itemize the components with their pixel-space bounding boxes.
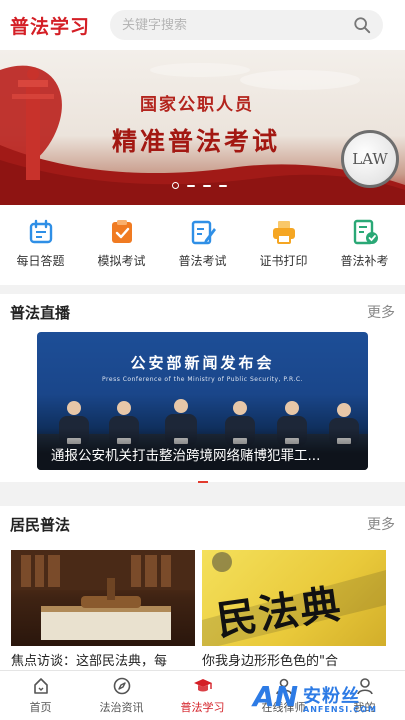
quick-menu: 每日答题 模拟考试 普法考试 证书打印 普法补考 (0, 205, 405, 285)
carousel-dot[interactable] (219, 184, 227, 187)
section-title: 普法直播 (10, 303, 71, 322)
more-link[interactable]: 更多 (367, 514, 395, 534)
section-title: 居民普法 (10, 515, 71, 534)
tab-label: 法治资讯 (99, 701, 144, 714)
quick-item-mock-exam[interactable]: 模拟考试 (86, 218, 158, 269)
tab-label: 普法学习 (180, 701, 225, 714)
section-header: 居民普法 更多 (0, 506, 405, 542)
quick-item-certificate-print[interactable]: 证书打印 (248, 218, 320, 269)
home-icon (33, 678, 48, 694)
tab-home[interactable]: 首页 (1, 676, 81, 715)
tab-law-study[interactable]: 普法学习 (163, 676, 243, 715)
live-carousel-indicator (198, 481, 208, 483)
article-card-caption[interactable]: 你我身边形形色色的"合 (202, 650, 386, 669)
carousel-dot[interactable] (187, 184, 195, 187)
search-icon[interactable] (353, 16, 371, 34)
article-card-thumbnail[interactable] (11, 550, 195, 646)
law-magnifier-badge: LAW (341, 130, 399, 188)
tab-label: 首页 (29, 701, 52, 714)
app-screen: 普法学习 国家公职人员 精准普法考试 LAW (0, 0, 405, 720)
quick-item-daily-quiz[interactable]: 每日答题 (5, 218, 77, 269)
promo-banner[interactable]: 国家公职人员 精准普法考试 LAW (0, 50, 405, 205)
compass-icon (113, 677, 130, 695)
tab-law-news[interactable]: 法治资讯 (82, 676, 162, 715)
calendar-icon (29, 219, 52, 244)
quick-item-retest[interactable]: 普法补考 (329, 218, 401, 269)
live-card-subheading: Press Conference of the Ministry of Publ… (102, 376, 303, 383)
printer-icon (272, 221, 295, 244)
quick-item-label: 证书打印 (259, 254, 308, 268)
watermark-brand-en: ANFENSI.COM (303, 705, 377, 714)
search-bar[interactable] (110, 10, 383, 40)
checklist-icon (111, 220, 132, 243)
graduation-cap-icon (193, 679, 212, 692)
quick-item-label: 模拟考试 (97, 254, 146, 268)
more-link[interactable]: 更多 (367, 302, 395, 322)
quick-item-label: 普法补考 (340, 254, 389, 268)
quick-item-label: 普法考试 (178, 254, 227, 268)
banner-headline-large: 精准普法考试 (112, 127, 281, 156)
app-title: 普法学习 (10, 15, 91, 38)
live-video-card[interactable]: 公安部新闻发布会 Press Conference of the Ministr… (37, 332, 368, 470)
quick-item-law-exam[interactable]: 普法考试 (167, 218, 239, 269)
carousel-dot-active[interactable] (172, 182, 179, 189)
edit-doc-icon (191, 220, 216, 245)
top-header: 普法学习 (0, 0, 405, 50)
article-card-thumbnail[interactable]: 民法典 (202, 550, 386, 646)
live-card-heading: 公安部新闻发布会 (130, 354, 275, 372)
banner-headline-small: 国家公职人员 (140, 95, 254, 115)
article-card-caption[interactable]: 焦点访谈：这部民法典，每 (11, 650, 195, 669)
retest-doc-icon (353, 219, 378, 245)
carousel-indicator[interactable] (172, 182, 227, 189)
live-section: 普法直播 更多 公安部新闻发布会 Press Conference of the… (0, 294, 405, 483)
quick-item-label: 每日答题 (16, 254, 65, 268)
live-card-caption: 通报公安机关打击整治跨境网络赌博犯罪工... (37, 428, 368, 470)
watermark-logo: AN (253, 680, 299, 713)
search-input[interactable] (122, 17, 353, 33)
residents-law-section: 居民普法 更多 民法典 焦点访谈：这部民法典，每 你我身边形形色色的"合 (0, 506, 405, 670)
gavel-books-image (11, 550, 195, 640)
site-watermark: AN 安粉丝 ANFENSI.COM (253, 680, 401, 720)
section-header: 普法直播 更多 (0, 294, 405, 330)
carousel-dot[interactable] (203, 184, 211, 187)
